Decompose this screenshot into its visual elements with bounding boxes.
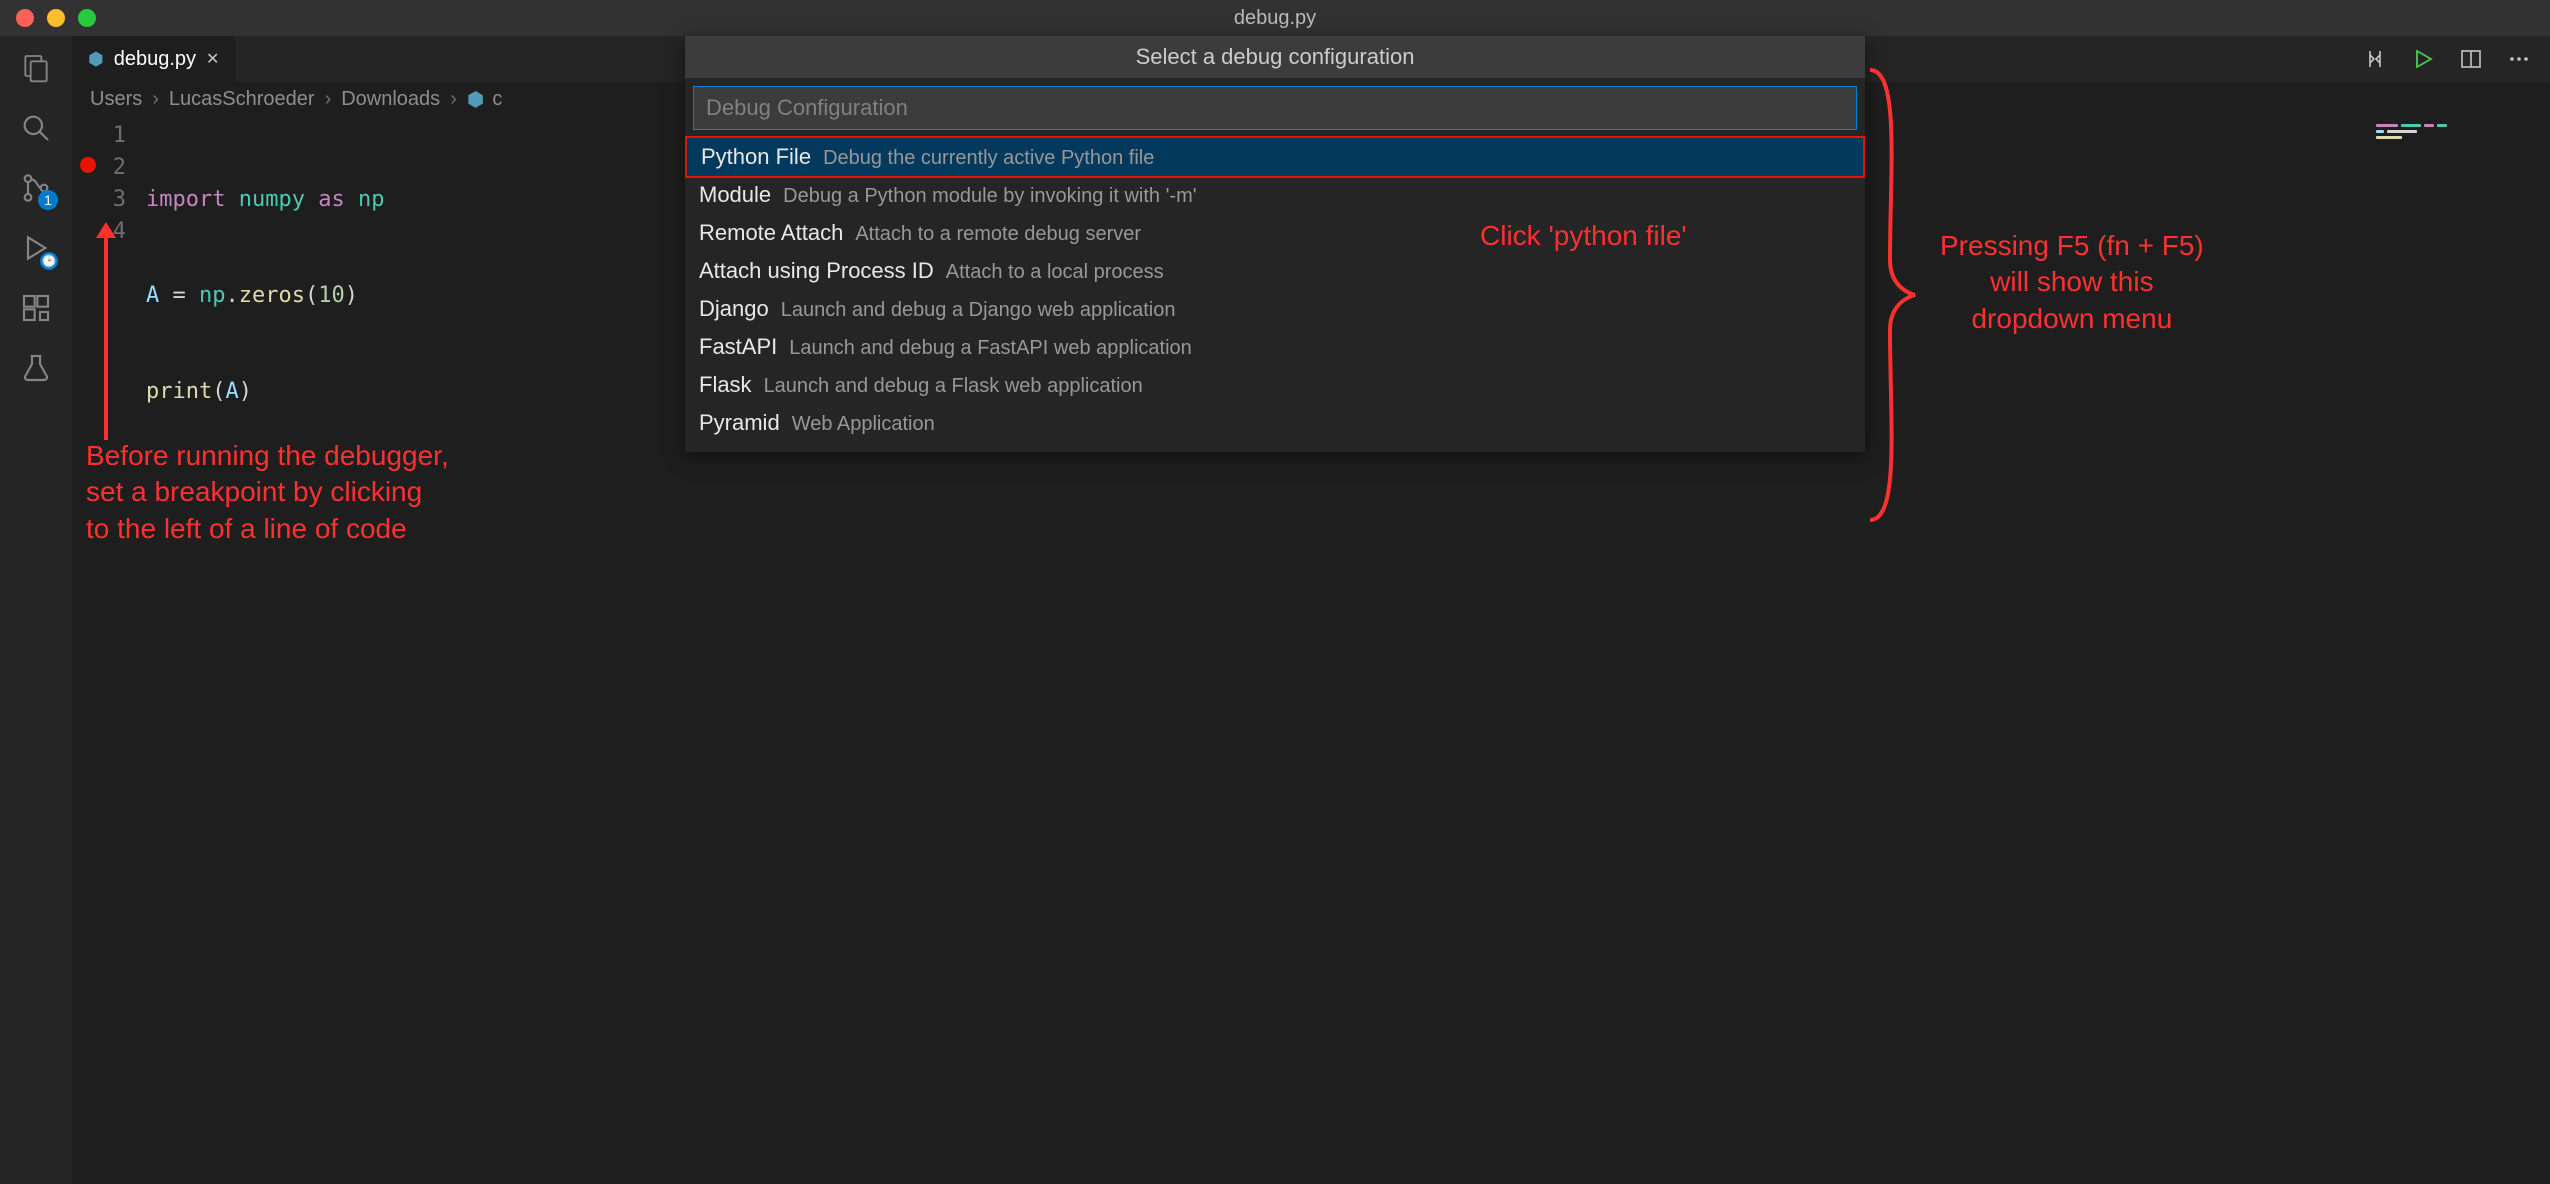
breadcrumb-item[interactable]: c (492, 88, 502, 111)
palette-item-title: Attach using Process ID (699, 258, 934, 284)
close-tab-icon[interactable]: ✕ (206, 49, 219, 69)
scm-badge: 1 (38, 190, 58, 210)
palette-item[interactable]: FastAPI Launch and debug a FastAPI web ap… (685, 328, 1865, 366)
palette-item-title: Flask (699, 372, 752, 398)
compare-changes-icon[interactable] (2362, 46, 2388, 72)
minimize-window-button[interactable] (47, 9, 65, 27)
palette-item[interactable]: Flask Launch and debug a Flask web applic… (685, 366, 1865, 404)
breadcrumb-item[interactable]: LucasSchroeder (169, 88, 315, 111)
breadcrumb-item[interactable]: Users (90, 88, 142, 111)
run-file-icon[interactable] (2410, 46, 2436, 72)
palette-input[interactable]: Debug Configuration (693, 86, 1857, 130)
palette-item[interactable]: Django Launch and debug a Django web appl… (685, 290, 1865, 328)
extensions-icon[interactable] (18, 290, 54, 326)
source-control-icon[interactable]: 1 (18, 170, 54, 206)
window-controls (16, 9, 96, 27)
palette-item-title: Python File (701, 144, 811, 170)
activity-bar: 1 🕑 (0, 36, 72, 1184)
annotation-brace (1860, 60, 1920, 530)
palette-item-title: Django (699, 296, 769, 322)
window-title: debug.py (1234, 7, 1316, 30)
annotation-right: Pressing F5 (fn + F5) will show this dro… (1940, 228, 2204, 337)
palette-item-desc: Debug a Python module by invoking it wit… (783, 185, 1196, 208)
palette-item-desc: Debug the currently active Python file (823, 147, 1154, 170)
chevron-right-icon: › (150, 88, 161, 111)
line-number: 3 (72, 184, 126, 216)
breakpoint-marker[interactable] (80, 157, 96, 173)
palette-item-desc: Attach to a remote debug server (855, 223, 1141, 246)
palette-item[interactable]: Attach using Process ID Attach to a local… (685, 252, 1865, 290)
palette-item-title: Remote Attach (699, 220, 843, 246)
chevron-right-icon: › (323, 88, 334, 111)
code-content[interactable]: import numpy as np A = np.zeros(10) prin… (146, 116, 384, 1184)
close-window-button[interactable] (16, 9, 34, 27)
palette-item-desc: Attach to a local process (946, 261, 1164, 284)
split-editor-icon[interactable] (2458, 46, 2484, 72)
palette-list: Python File Debug the currently active Py… (685, 136, 1865, 452)
palette-item[interactable]: Module Debug a Python module by invoking … (685, 176, 1865, 214)
tab-debug-py[interactable]: ⬢ debug.py ✕ (72, 36, 236, 82)
python-file-icon: ⬢ (467, 87, 484, 112)
title-bar: debug.py (0, 0, 2550, 36)
line-gutter[interactable]: 1 2 3 4 (72, 116, 146, 1184)
search-icon[interactable] (18, 110, 54, 146)
explorer-icon[interactable] (18, 50, 54, 86)
palette-item[interactable]: Python File Debug the currently active Py… (685, 136, 1865, 178)
breadcrumb-item[interactable]: Downloads (341, 88, 440, 111)
palette-item[interactable]: Pyramid Web Application (685, 404, 1865, 442)
run-debug-icon[interactable]: 🕑 (18, 230, 54, 266)
more-actions-icon[interactable] (2506, 46, 2532, 72)
annotation-arrow (104, 230, 108, 440)
palette-item-desc: Web Application (792, 413, 935, 436)
palette-item[interactable]: Remote Attach Attach to a remote debug se… (685, 214, 1865, 252)
python-file-icon: ⬢ (88, 49, 104, 70)
zoom-window-button[interactable] (78, 9, 96, 27)
palette-item-desc: Launch and debug a Flask web application (764, 375, 1143, 398)
annotation-mid: Click 'python file' (1480, 218, 1687, 254)
chevron-right-icon: › (448, 88, 459, 111)
palette-item-desc: Launch and debug a Django web applicatio… (781, 299, 1176, 322)
palette-item-title: FastAPI (699, 334, 777, 360)
minimap[interactable] (2370, 118, 2550, 142)
palette-item-title: Module (699, 182, 771, 208)
testing-icon[interactable] (18, 350, 54, 386)
editor-actions (2362, 36, 2550, 82)
line-number: 1 (72, 120, 126, 152)
palette-title: Select a debug configuration (685, 36, 1865, 78)
palette-item-desc: Launch and debug a FastAPI web applicati… (789, 337, 1192, 360)
palette-item-title: Pyramid (699, 410, 780, 436)
tab-label: debug.py (114, 48, 196, 71)
debug-config-palette: Select a debug configuration Debug Confi… (685, 36, 1865, 452)
annotation-left: Before running the debugger, set a break… (86, 438, 449, 547)
